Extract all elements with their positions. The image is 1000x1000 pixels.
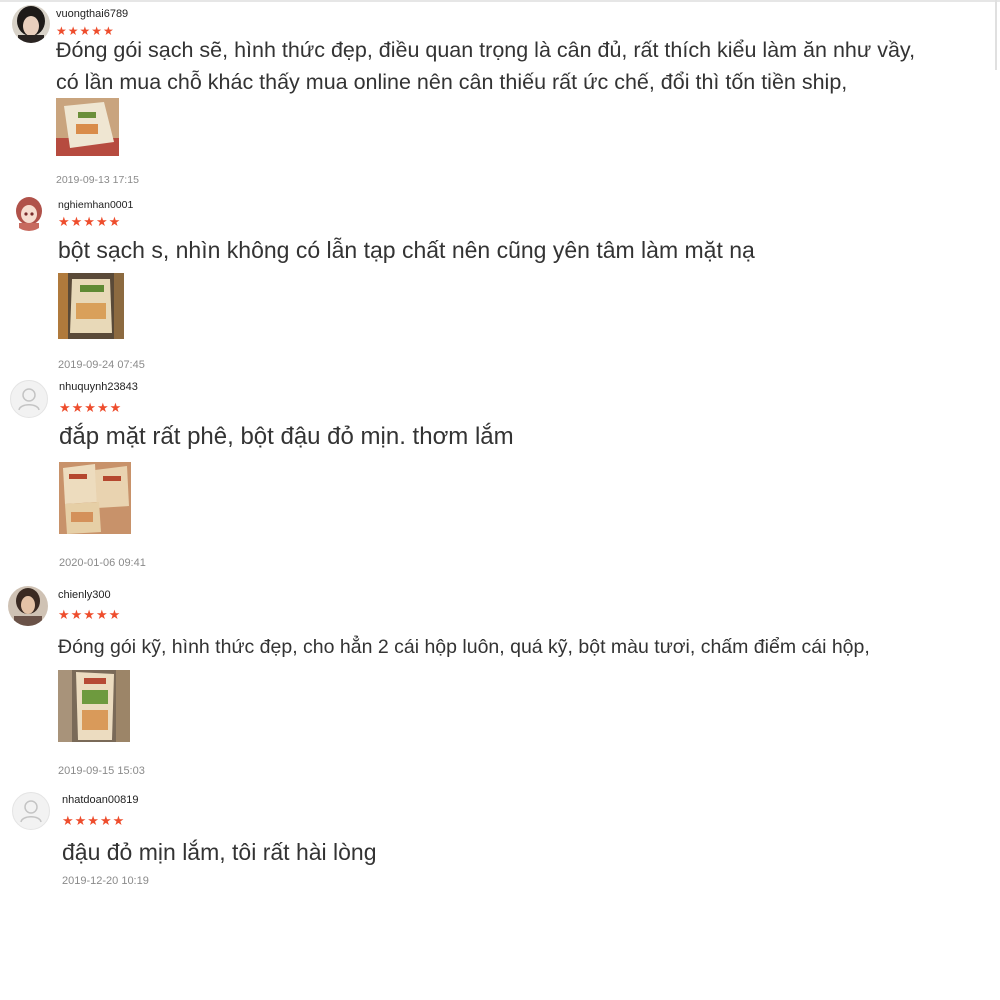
- review-date: 2019-09-13 17:15: [56, 174, 139, 186]
- review-comment-line: bột sạch s, nhìn không có lẫn tạp chất n…: [58, 237, 755, 263]
- username[interactable]: chienly300: [58, 589, 111, 601]
- star-rating: ★★★★★: [56, 24, 115, 38]
- review-item: nhatdoan00819 ★★★★★ đậu đỏ mịn lắm, tôi …: [0, 785, 1000, 905]
- review-date: 2019-09-15 15:03: [58, 765, 145, 777]
- user-avatar[interactable]: [11, 195, 47, 231]
- username[interactable]: nhuquynh23843: [59, 381, 138, 393]
- star-rating: ★★★★★: [58, 607, 122, 622]
- review-item: vuongthai6789 ★★★★★ Đóng gói sạch sẽ, hì…: [0, 0, 1000, 190]
- review-date: 2019-12-20 10:19: [62, 875, 149, 887]
- username[interactable]: nhatdoan00819: [62, 794, 138, 806]
- review-photo[interactable]: [59, 462, 131, 534]
- review-comment-line: Đóng gói sạch sẽ, hình thức đẹp, điều qu…: [56, 38, 916, 62]
- review-comment-line: có lần mua chỗ khác thấy mua online nên …: [56, 70, 848, 94]
- review-item: nghiemhan0001 ★★★★★ bột sạch s, nhìn khô…: [0, 190, 1000, 375]
- username[interactable]: vuongthai6789: [56, 8, 128, 20]
- review-photo[interactable]: [58, 670, 130, 742]
- review-item: chienly300 ★★★★★ Đóng gói kỹ, hình thức …: [0, 580, 1000, 785]
- review-item: nhuquynh23843 ★★★★★ đắp mặt rất phê, bột…: [0, 375, 1000, 580]
- review-photo[interactable]: [58, 273, 124, 339]
- user-avatar[interactable]: [8, 586, 48, 626]
- default-user-icon[interactable]: [12, 792, 50, 830]
- user-avatar[interactable]: [12, 5, 50, 43]
- review-comment-line: đắp mặt rất phê, bột đậu đỏ mịn. thơm lắ…: [59, 423, 514, 450]
- review-date: 2019-09-24 07:45: [58, 359, 145, 371]
- default-user-icon[interactable]: [10, 380, 48, 418]
- review-comment-line: Đóng gói kỹ, hình thức đẹp, cho hẳn 2 cá…: [58, 636, 870, 658]
- username[interactable]: nghiemhan0001: [58, 199, 133, 211]
- review-date: 2020-01-06 09:41: [59, 557, 146, 569]
- review-photo[interactable]: [56, 98, 119, 156]
- star-rating: ★★★★★: [59, 400, 123, 415]
- star-rating: ★★★★★: [62, 813, 126, 828]
- review-comment-line: đậu đỏ mịn lắm, tôi rất hài lòng: [62, 839, 377, 865]
- star-rating: ★★★★★: [58, 214, 122, 229]
